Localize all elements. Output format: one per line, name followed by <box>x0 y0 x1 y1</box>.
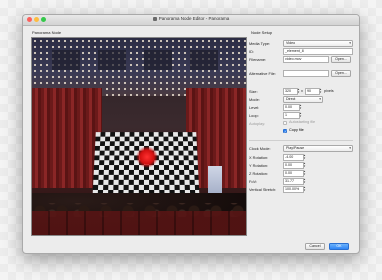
z-rotation-label: Z Rotation: <box>249 171 269 176</box>
y-rotation-row: Y Rotation: 0.00 ▴ ▾ <box>249 162 353 169</box>
id-field[interactable]: _element_8 <box>283 48 353 55</box>
chevron-down-icon: ▾ <box>349 146 351 150</box>
media-type-select[interactable]: Video ▾ <box>283 40 353 47</box>
red-seats <box>32 211 246 235</box>
y-rotation-label: Y Rotation: <box>249 163 269 168</box>
loop-field[interactable]: 1 <box>283 112 300 119</box>
alt-file-label: Alternative File: <box>249 71 276 76</box>
ok-button[interactable]: OK <box>329 243 349 250</box>
filename-row: Filename: video.mov Open... <box>249 56 353 63</box>
media-type-value: Video <box>286 41 296 45</box>
media-type-label: Media Type: <box>249 41 271 46</box>
alt-file-field[interactable] <box>283 70 329 77</box>
height-field[interactable]: 90 <box>305 88 320 95</box>
level-row: Level: 0.00 ▴ ▾ <box>249 104 353 111</box>
vertical-stretch-field[interactable]: 100.00% <box>283 186 304 193</box>
panorama-file-icon <box>152 17 157 21</box>
filename-open-button[interactable]: Open... <box>331 56 351 63</box>
vertical-stretch-stepper[interactable]: ▴ ▾ <box>303 186 306 192</box>
z-rotation-field[interactable]: 0.00 <box>283 170 304 177</box>
width-field[interactable]: 320 <box>283 88 298 95</box>
filename-field[interactable]: video.mov <box>283 56 329 63</box>
mode-label: Mode: <box>249 97 260 102</box>
z-rotation-stepper[interactable]: ▴ ▾ <box>303 170 306 176</box>
divider <box>249 140 353 141</box>
clock-mode-select[interactable]: Play/Pause ▾ <box>283 145 353 152</box>
autoplay-checkbox[interactable] <box>283 121 287 125</box>
media-type-row: Media Type: Video ▾ <box>249 40 353 47</box>
fov-field[interactable]: 31.77 <box>283 178 304 185</box>
loop-stepper[interactable]: ▴ ▾ <box>299 112 302 118</box>
chevron-down-icon: ▾ <box>319 97 321 101</box>
title-bar[interactable]: Panorama Node Editor - Panorama <box>23 15 359 26</box>
fov-stepper[interactable]: ▴ ▾ <box>303 178 306 184</box>
panorama-node-editor-window: Panorama Node Editor - Panorama Panorama… <box>22 14 360 254</box>
z-rotation-row: Z Rotation: 0.00 ▴ ▾ <box>249 170 353 177</box>
height-stepper[interactable]: ▴ ▾ <box>319 88 322 94</box>
id-label: ID: <box>249 49 254 54</box>
dialog-footer: Cancel OK <box>23 239 359 253</box>
autoplay-label: Autoplay: <box>249 121 266 126</box>
clock-mode-label: Clock Mode: <box>249 146 271 151</box>
cancel-button[interactable]: Cancel <box>305 243 325 250</box>
fov-row: FoV: 31.77 ▴ ▾ <box>249 178 353 185</box>
panorama-node-group-title: Panorama Node <box>32 30 62 35</box>
left-curtain <box>32 88 102 188</box>
mode-value: Direct <box>286 97 296 101</box>
size-separator: x <box>301 89 303 93</box>
chevron-down-icon: ▾ <box>349 41 351 45</box>
width-stepper[interactable]: ▴ ▾ <box>297 88 300 94</box>
node-setup-group-title: Node Setup <box>251 30 273 35</box>
fov-label: FoV: <box>249 179 258 184</box>
window-title: Panorama Node Editor - Panorama <box>158 16 230 21</box>
ceiling-panels <box>52 50 226 70</box>
autoplay-row: Autoplay: Autostarting file <box>249 120 353 127</box>
clock-mode-row: Clock Mode: Play/Pause ▾ <box>249 145 353 152</box>
copy-file-row: Copy file <box>249 128 353 135</box>
x-rotation-stepper[interactable]: ▴ ▾ <box>303 154 306 160</box>
size-label: Size: <box>249 89 258 94</box>
panorama-preview[interactable] <box>31 37 247 236</box>
red-stage-light <box>136 146 158 168</box>
y-rotation-field[interactable]: 0.00 <box>283 162 304 169</box>
level-label: Level: <box>249 105 260 110</box>
x-rotation-label: X Rotation: <box>249 155 269 160</box>
x-rotation-field[interactable]: -4.00 <box>283 154 304 161</box>
id-row: ID: _element_8 <box>249 48 353 55</box>
loop-label: Loop: <box>249 113 259 118</box>
level-field[interactable]: 0.00 <box>283 104 300 111</box>
size-row: Size: 320 ▴ ▾ x 90 ▴ ▾ pixels <box>249 88 353 95</box>
alt-file-row: Alternative File: Open... <box>249 70 353 77</box>
window-title-wrap: Panorama Node Editor - Panorama <box>23 16 359 21</box>
node-setup-panel: Media Type: Video ▾ ID: _element_8 Filen… <box>249 37 353 234</box>
copy-file-checkbox[interactable] <box>283 129 287 134</box>
autoplay-checkbox-label: Autostarting file <box>289 120 316 124</box>
level-stepper[interactable]: ▴ ▾ <box>299 104 302 110</box>
copy-file-label: Copy file <box>289 128 304 132</box>
mode-select[interactable]: Direct ▾ <box>283 96 323 103</box>
size-unit: pixels <box>324 89 334 93</box>
x-rotation-row: X Rotation: -4.00 ▴ ▾ <box>249 154 353 161</box>
loop-row: Loop: 1 ▴ ▾ <box>249 112 353 119</box>
filename-label: Filename: <box>249 57 267 62</box>
alt-file-open-button[interactable]: Open... <box>331 70 351 77</box>
mode-row: Mode: Direct ▾ <box>249 96 353 103</box>
clock-mode-value: Play/Pause <box>286 146 305 150</box>
vertical-stretch-label: Vertical Stretch: <box>249 187 277 192</box>
y-rotation-stepper[interactable]: ▴ ▾ <box>303 162 306 168</box>
vertical-stretch-row: Vertical Stretch: 100.00% ▴ ▾ <box>249 186 353 193</box>
